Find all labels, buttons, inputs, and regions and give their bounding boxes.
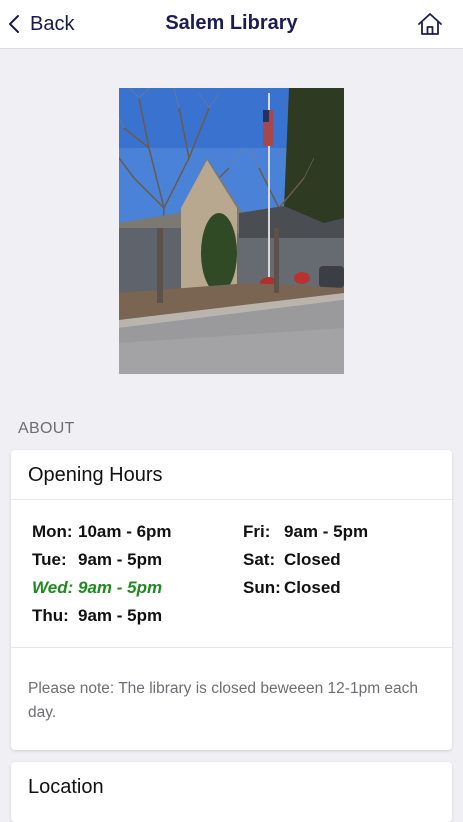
- hours-note: Please note: The library is closed bewee…: [28, 680, 419, 721]
- hours-day: Thu:: [32, 606, 69, 625]
- hours-row-wed: Wed: 9am - 5pm: [32, 578, 162, 598]
- page-title: Salem Library: [165, 12, 298, 34]
- divider: [11, 647, 452, 648]
- opening-hours-card: Opening Hours Mon: 10am - 6pm Tue: 9am - 5p…: [11, 450, 452, 750]
- hours-time: 9am - 5pm: [78, 578, 163, 597]
- location-card[interactable]: Location: [11, 762, 452, 822]
- home-button[interactable]: [417, 12, 443, 36]
- hours-day: Tue:: [32, 550, 67, 569]
- hours-row-sat: Sat: Closed: [243, 550, 341, 570]
- home-icon: [418, 13, 442, 35]
- hours-time: 9am - 5pm: [78, 550, 163, 569]
- hours-day: Mon:: [32, 522, 73, 541]
- hours-day: Sun:: [243, 578, 281, 597]
- hours-time: Closed: [284, 550, 341, 569]
- hours-day: Fri:: [243, 522, 271, 541]
- hours-day: Wed:: [32, 578, 74, 597]
- library-photo: [119, 88, 344, 374]
- hours-time: 10am - 6pm: [78, 522, 172, 541]
- hours-row-tue: Tue: 9am - 5pm: [32, 550, 162, 570]
- location-title: Location: [28, 776, 104, 798]
- hours-time: Closed: [284, 578, 341, 597]
- nav-bar: Back Salem Library: [0, 0, 463, 49]
- hours-day: Sat:: [243, 550, 276, 569]
- hours-time: 9am - 5pm: [284, 522, 369, 541]
- opening-hours-title: Opening Hours: [11, 450, 452, 500]
- hours-time: 9am - 5pm: [78, 606, 163, 625]
- hours-row-mon: Mon: 10am - 6pm: [32, 522, 172, 542]
- hours-row-sun: Sun: Closed: [243, 578, 341, 598]
- hours-row-thu: Thu: 9am - 5pm: [32, 606, 162, 626]
- hours-row-fri: Fri: 9am - 5pm: [243, 522, 368, 542]
- about-section-label: ABOUT: [18, 420, 75, 437]
